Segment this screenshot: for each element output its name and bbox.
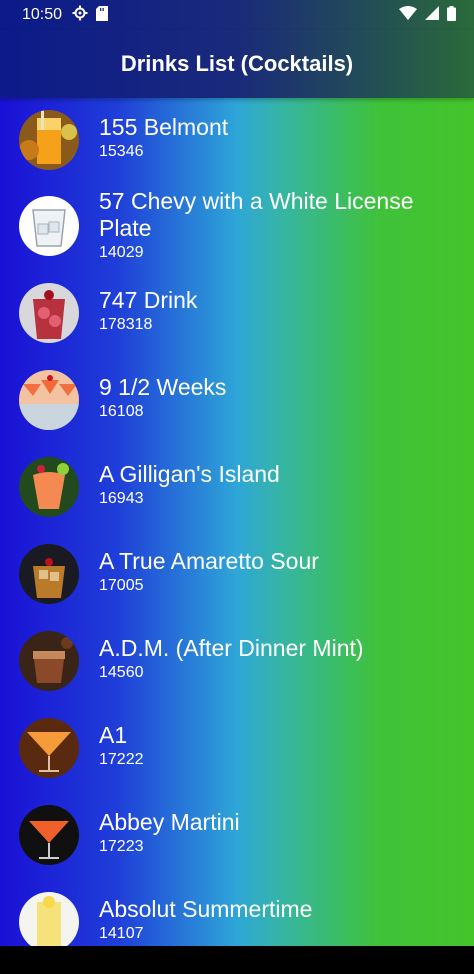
status-time: 10:50 — [22, 6, 63, 23]
drink-list-item[interactable]: Abbey Martini 17223 — [0, 805, 474, 867]
clear-glass-thumbnail — [19, 196, 79, 256]
drink-id: 178318 — [99, 316, 153, 333]
yellow-drink-thumbnail — [19, 892, 79, 946]
system-navigation-bar — [0, 946, 474, 974]
app-screen: 10:50 Drinks List (Cocktails) 155 Belmon… — [0, 0, 474, 946]
martini-thumbnail — [19, 718, 79, 778]
red-drink-thumbnail — [19, 283, 79, 343]
drink-name: Absolut Summertime — [99, 896, 313, 922]
drink-id: 14560 — [99, 664, 144, 681]
drink-list-item[interactable]: 9 1/2 Weeks 16108 — [0, 370, 474, 432]
drink-list-item[interactable]: 155 Belmont 15346 — [0, 110, 474, 172]
drink-id: 16108 — [99, 403, 144, 420]
drink-list-item[interactable]: Absolut Summertime 14107 — [0, 892, 474, 946]
settings-gear-icon — [72, 5, 88, 25]
tropical-drink-thumbnail — [19, 457, 79, 517]
drink-id: 15346 — [99, 143, 144, 160]
status-bar: 10:50 — [0, 0, 474, 30]
app-bar: Drinks List (Cocktails) — [0, 30, 474, 98]
drink-name: 9 1/2 Weeks — [99, 374, 227, 400]
drink-list-item[interactable]: A1 17222 — [0, 718, 474, 780]
signal-icon — [425, 6, 439, 24]
drink-name: A.D.M. (After Dinner Mint) — [99, 635, 364, 661]
drink-list-item[interactable]: 747 Drink 178318 — [0, 283, 474, 345]
drink-list-item[interactable]: A.D.M. (After Dinner Mint) 14560 — [0, 631, 474, 693]
amber-drink-thumbnail — [19, 544, 79, 604]
drink-list-item[interactable]: 57 Chevy with a White License Plate 1402… — [0, 188, 474, 266]
orange-martini-thumbnail — [19, 805, 79, 865]
drink-name: 155 Belmont — [99, 114, 229, 140]
drink-name: 747 Drink — [99, 287, 198, 313]
drink-id: 14029 — [99, 244, 144, 261]
drink-name: A1 — [99, 722, 128, 748]
drink-id: 17223 — [99, 838, 144, 855]
drink-list-item[interactable]: A True Amaretto Sour 17005 — [0, 544, 474, 606]
drink-list-item[interactable]: A Gilligan's Island 16943 — [0, 457, 474, 519]
page-title: Drinks List (Cocktails) — [120, 51, 354, 76]
drink-id: 17222 — [99, 751, 144, 768]
drink-id: 16943 — [99, 490, 144, 507]
drink-id: 14107 — [99, 925, 144, 942]
sd-card-icon — [96, 5, 109, 25]
wifi-icon — [399, 6, 417, 24]
drink-name: A True Amaretto Sour — [99, 548, 319, 574]
drink-name: 57 Chevy with a White License Plate — [99, 188, 414, 241]
orange-cocktails-thumbnail — [19, 370, 79, 430]
drink-name: Abbey Martini — [99, 809, 240, 835]
drink-id: 17005 — [99, 577, 144, 594]
drink-name: A Gilligan's Island — [99, 461, 280, 487]
battery-icon — [447, 5, 456, 25]
orange-drink-thumbnail — [19, 110, 79, 170]
brown-drink-thumbnail — [19, 631, 79, 691]
